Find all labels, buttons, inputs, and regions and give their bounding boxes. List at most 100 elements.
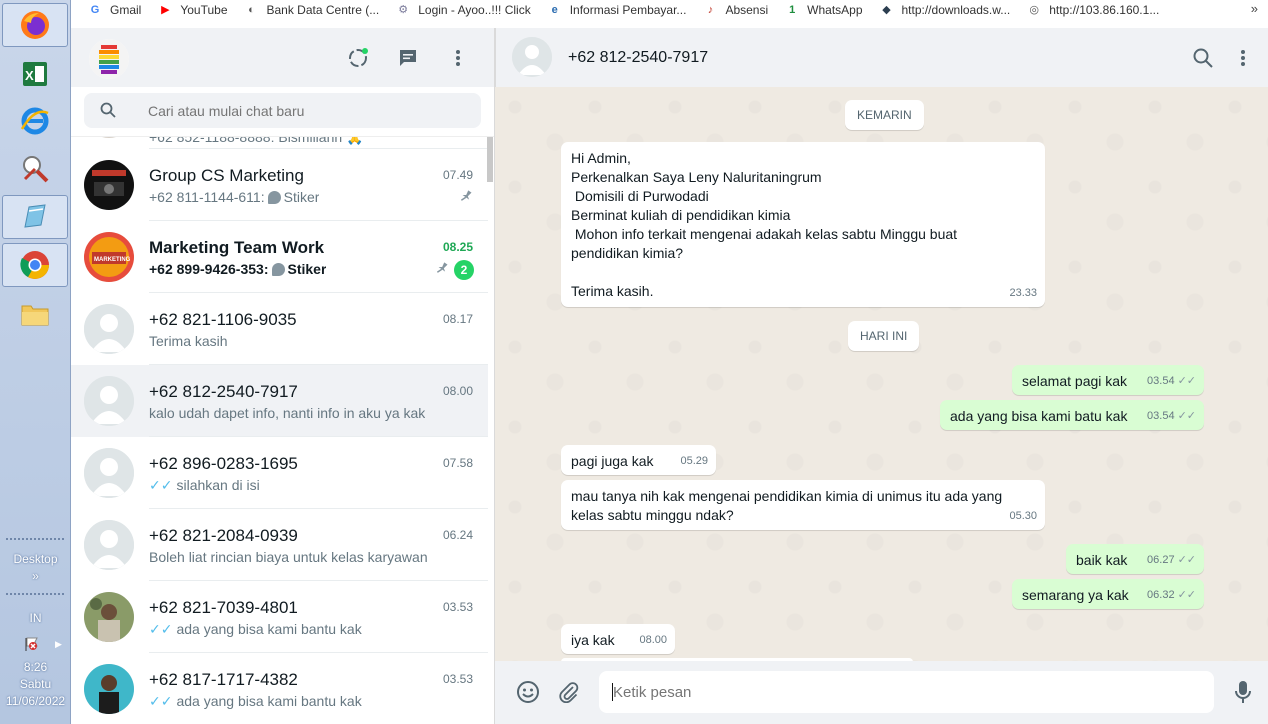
search-messages-icon[interactable] bbox=[1192, 47, 1214, 69]
clock-date: 11/06/2022 bbox=[5, 694, 66, 708]
chat-row[interactable]: +62 896-0283-1695 07.58 ✓✓ silahkan di isi bbox=[71, 437, 488, 509]
chevron-down-icon[interactable]: » bbox=[0, 569, 71, 583]
new-chat-icon[interactable] bbox=[397, 47, 419, 69]
chat-name: +62 821-2084-0939 bbox=[149, 526, 298, 545]
outgoing-message[interactable]: baik kak 06.27 ✓✓ bbox=[1066, 544, 1204, 574]
bookmark-5[interactable]: ♪ Absensi bbox=[703, 3, 768, 17]
chat-name: +62 821-7039-4801 bbox=[149, 598, 298, 617]
conversation-pane: +62 812-2540-7917 KEMARIN HARI INI Hi Ad… bbox=[495, 28, 1268, 724]
bookmark-3[interactable]: ⚙ Login - Ayoo..!!! Click bbox=[396, 3, 530, 17]
bookmark-label: http://103.86.160.1... bbox=[1049, 2, 1160, 17]
chat-row[interactable]: +62 821-1106-9035 08.17 Terima kasih bbox=[71, 293, 488, 365]
message-time: 03.54 bbox=[1147, 375, 1175, 387]
chat-time: 06.24 bbox=[442, 528, 473, 542]
contact-name[interactable]: +62 812-2540-7917 bbox=[568, 49, 708, 67]
attach-icon[interactable] bbox=[556, 679, 582, 705]
bookmark-icon: ♪ bbox=[707, 3, 714, 16]
chrome-icon[interactable] bbox=[2, 243, 68, 287]
sticker-icon bbox=[271, 263, 285, 276]
bookmark-icon: e bbox=[551, 3, 558, 16]
chat-name: Group CS Marketing bbox=[149, 166, 304, 185]
composer bbox=[495, 661, 1268, 724]
message-time: 05.29 bbox=[680, 455, 708, 467]
clock-time: 8:26 bbox=[23, 660, 48, 674]
bookmark-2[interactable]: ◐ Bank Data Centre (... bbox=[245, 3, 379, 17]
bookmark-4[interactable]: e Informasi Pembayar... bbox=[548, 3, 687, 17]
chat-list-scrollbar[interactable] bbox=[487, 137, 493, 182]
incoming-message[interactable]: iya kak 08.00 bbox=[561, 624, 675, 654]
bookmark-6[interactable]: 1 WhatsApp bbox=[785, 3, 862, 17]
message-meta: 06.27 ✓✓ bbox=[1147, 551, 1196, 570]
bookmark-1[interactable]: ▶ YouTube bbox=[158, 3, 227, 17]
chat-time: 03.53 bbox=[442, 600, 473, 614]
bookmarks-more-icon[interactable]: » bbox=[1251, 1, 1258, 16]
folder-icon[interactable] bbox=[2, 292, 68, 336]
outgoing-message[interactable]: selamat pagi kak 03.54 ✓✓ bbox=[1012, 365, 1204, 395]
message-meta: 08.00 bbox=[639, 631, 667, 650]
internet-explorer-icon[interactable] bbox=[2, 99, 68, 143]
chat-row[interactable]: Group CS Marketing 07.49 +62 811-1144-611:… bbox=[71, 149, 488, 221]
chat-row-partial[interactable]: +62 852-1188-8888: Bismillahh 🙏 bbox=[71, 137, 488, 149]
date-chip-today: HARI INI bbox=[848, 321, 920, 351]
avatar bbox=[84, 376, 134, 426]
conversation-header[interactable]: +62 812-2540-7917 bbox=[495, 28, 1268, 87]
search-icon[interactable] bbox=[100, 102, 116, 123]
tray-expand-icon[interactable]: ▶ bbox=[55, 639, 62, 650]
bookmark-7[interactable]: ◆ http://downloads.w... bbox=[880, 3, 1010, 17]
bookmark-label: Gmail bbox=[110, 2, 142, 17]
excel-icon[interactable]: X bbox=[2, 52, 68, 96]
bookmark-0[interactable]: G Gmail bbox=[88, 2, 142, 17]
microphone-icon[interactable] bbox=[1230, 679, 1256, 705]
bookmark-label: WhatsApp bbox=[807, 2, 863, 17]
chat-time: 08.17 bbox=[442, 312, 473, 326]
double-check-icon: ✓✓ bbox=[1177, 554, 1196, 566]
taskbar-grip[interactable] bbox=[6, 538, 64, 544]
tools-icon[interactable] bbox=[2, 147, 68, 191]
svg-text:X: X bbox=[25, 68, 34, 83]
incoming-message[interactable]: pagi juga kak 05.29 bbox=[561, 445, 716, 475]
desktop-label[interactable]: Desktop bbox=[0, 552, 71, 566]
status-icon[interactable] bbox=[347, 47, 369, 69]
chat-row[interactable]: +62 812-2540-7917 08.00 kalo udah dapet in… bbox=[71, 365, 488, 437]
incoming-message[interactable]: mau tanya nih kak mengenai pendidikan ki… bbox=[561, 480, 1045, 530]
message-time: 06.32 bbox=[1147, 589, 1175, 601]
profile-avatar[interactable] bbox=[89, 39, 129, 79]
outgoing-message[interactable]: ada yang bisa kami batu kak 03.54 ✓✓ bbox=[940, 400, 1204, 430]
chat-row[interactable]: +62 821-2084-0939 06.24 Boleh liat rincian… bbox=[71, 509, 488, 581]
conversation-menu-icon[interactable] bbox=[1232, 47, 1254, 69]
chat-time: 03.53 bbox=[442, 672, 473, 686]
chat-name: +62 812-2540-7917 bbox=[149, 382, 298, 401]
menu-icon[interactable] bbox=[447, 47, 469, 69]
bookmark-icon: ◆ bbox=[882, 4, 891, 16]
chat-row[interactable]: +62 817-1717-4382 03.53 ✓✓ ada yang bisa ka… bbox=[71, 653, 488, 724]
language-indicator[interactable]: IN bbox=[0, 611, 71, 625]
message-list[interactable]: KEMARIN HARI INI Hi Admin, Perkenalkan S… bbox=[495, 87, 1268, 661]
taskbar-grip-2 bbox=[6, 593, 64, 599]
message-text: iya kak bbox=[571, 632, 615, 648]
chat-row[interactable]: +62 821-7039-4801 03.53 ✓✓ ada yang bisa ka… bbox=[71, 581, 488, 653]
search-input[interactable] bbox=[148, 93, 468, 128]
chat-name: Marketing Team Work bbox=[149, 238, 325, 257]
notepad-icon[interactable] bbox=[2, 195, 68, 239]
contact-avatar[interactable] bbox=[512, 37, 552, 77]
outgoing-message[interactable]: semarang ya kak 06.32 ✓✓ bbox=[1012, 579, 1204, 609]
bookmark-8[interactable]: ◎ http://103.86.160.1... bbox=[1027, 3, 1159, 17]
bookmark-label: YouTube bbox=[180, 2, 228, 17]
chat-preview: +62 811-1144-611: Stiker bbox=[149, 189, 319, 205]
flag-icon[interactable] bbox=[24, 636, 40, 657]
firefox-icon[interactable] bbox=[2, 3, 68, 47]
chat-name: +62 821-1106-9035 bbox=[149, 310, 297, 329]
preview-text: Terima kasih bbox=[149, 333, 228, 349]
search-box[interactable] bbox=[84, 93, 481, 128]
double-check-icon: ✓✓ bbox=[1177, 589, 1196, 601]
incoming-message[interactable]: Hi Admin, Perkenalkan Saya Leny Nalurita… bbox=[561, 142, 1045, 307]
chat-name: +62 896-0283-1695 bbox=[149, 454, 298, 473]
message-time: 05.30 bbox=[1009, 510, 1037, 522]
chat-time: 08.25 bbox=[442, 240, 473, 254]
message-input[interactable] bbox=[599, 671, 1214, 713]
emoji-icon[interactable] bbox=[515, 679, 541, 705]
pin-icon bbox=[430, 259, 452, 283]
clock-day: Sabtu bbox=[19, 677, 52, 691]
search-section bbox=[71, 87, 494, 137]
chat-row[interactable]: MARKETING Marketing Team Work 08.25 +62 899… bbox=[71, 221, 488, 293]
